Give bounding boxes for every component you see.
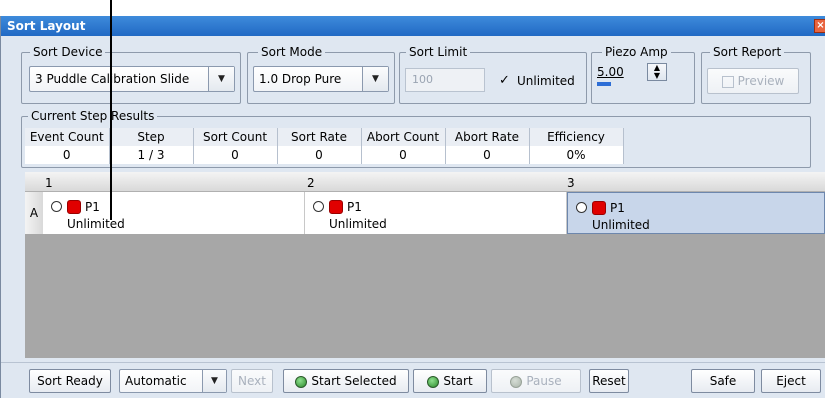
- results-header: Sort Count: [193, 128, 278, 146]
- results-value: 0: [445, 146, 530, 164]
- plate-cell-a1[interactable]: P1 Unlimited: [43, 192, 305, 234]
- results-value: 0%: [529, 146, 624, 164]
- mouse-cursor-line: [110, 0, 112, 220]
- preview-button[interactable]: Preview: [707, 68, 799, 94]
- limit-label: Unlimited: [67, 217, 125, 231]
- start-selected-label: Start Selected: [311, 374, 397, 388]
- limit-label: Unlimited: [592, 218, 650, 232]
- sort-limit-legend: Sort Limit: [406, 45, 471, 59]
- radio-button[interactable]: [576, 202, 587, 213]
- piezo-amp-legend: Piezo Amp: [602, 45, 671, 59]
- start-label: Start: [443, 374, 473, 388]
- automatic-value: Automatic: [125, 374, 187, 388]
- pause-label: Pause: [526, 374, 562, 388]
- eject-button[interactable]: Eject: [761, 369, 821, 393]
- row-label: A: [25, 192, 43, 234]
- sort-mode-select[interactable]: 1.0 Drop Pure ▼: [253, 66, 389, 92]
- current-step-results-legend: Current Step Results: [28, 109, 158, 123]
- green-led-icon: [295, 375, 308, 388]
- population-label: P1: [347, 200, 362, 214]
- results-value: 1 / 3: [109, 146, 194, 164]
- sort-indicator-icon: [67, 200, 81, 214]
- results-header: Efficiency: [529, 128, 624, 146]
- piezo-amp-input[interactable]: 5.00: [595, 63, 645, 81]
- piezo-amp-value: 5.00: [597, 65, 624, 79]
- piezo-amp-level-bar: [597, 82, 611, 86]
- plate-cell-a3[interactable]: P1 Unlimited: [567, 192, 825, 234]
- radio-button[interactable]: [51, 201, 62, 212]
- sort-device-legend: Sort Device: [30, 45, 106, 59]
- unlimited-checkbox[interactable]: ✓: [498, 74, 511, 87]
- next-button[interactable]: Next: [231, 369, 273, 393]
- window-title: Sort Layout: [7, 19, 86, 33]
- pause-button[interactable]: Pause: [491, 369, 581, 393]
- column-label: 2: [307, 176, 315, 190]
- sort-mode-legend: Sort Mode: [258, 45, 326, 59]
- results-header: Sort Rate: [277, 128, 362, 146]
- start-selected-button[interactable]: Start Selected: [283, 369, 409, 393]
- column-label: 3: [567, 176, 575, 190]
- sort-indicator-icon: [329, 200, 343, 214]
- population-label: P1: [85, 200, 100, 214]
- results-header: Event Count: [25, 128, 110, 146]
- plate-cell-a2[interactable]: P1 Unlimited: [305, 192, 567, 234]
- chevron-down-icon[interactable]: ▼: [202, 370, 226, 392]
- unlimited-label: Unlimited: [517, 74, 575, 88]
- results-header-row: Event Count Step Sort Count Sort Rate Ab…: [25, 128, 624, 146]
- results-table: Event Count Step Sort Count Sort Rate Ab…: [25, 128, 624, 164]
- preview-label: Preview: [737, 74, 785, 88]
- results-value: 0: [361, 146, 446, 164]
- sort-mode-value: 1.0 Drop Pure: [259, 72, 342, 86]
- sort-indicator-icon: [592, 201, 606, 215]
- population-label: P1: [610, 201, 625, 215]
- piezo-amp-spinner[interactable]: ▲ ▼: [647, 63, 667, 81]
- sort-mode-dropdown[interactable]: Automatic ▼: [119, 369, 227, 393]
- results-header: Abort Rate: [445, 128, 530, 146]
- radio-button[interactable]: [313, 201, 324, 212]
- column-label: 1: [45, 176, 53, 190]
- results-value: 0: [277, 146, 362, 164]
- chevron-down-icon[interactable]: ▼: [208, 67, 234, 91]
- plate-column-header: 1 2 3: [25, 172, 825, 192]
- results-value: 0: [25, 146, 110, 164]
- safe-button[interactable]: Safe: [691, 369, 755, 393]
- results-value: 0: [193, 146, 278, 164]
- results-header: Step: [109, 128, 194, 146]
- title-bar: Sort Layout ×: [1, 16, 825, 36]
- green-led-icon: [427, 375, 440, 388]
- close-icon[interactable]: ×: [814, 19, 825, 33]
- results-value-row: 0 1 / 3 0 0 0 0 0%: [25, 146, 624, 164]
- sort-device-value: 3 Puddle Calibration Slide: [35, 72, 190, 86]
- limit-label: Unlimited: [329, 217, 387, 231]
- results-header: Abort Count: [361, 128, 446, 146]
- preview-icon: [721, 75, 734, 88]
- start-button[interactable]: Start: [413, 369, 487, 393]
- sort-report-legend: Sort Report: [710, 45, 785, 59]
- sort-ready-button[interactable]: Sort Ready: [29, 369, 111, 393]
- sort-device-select[interactable]: 3 Puddle Calibration Slide ▼: [29, 66, 235, 92]
- sort-layout-window: Sort Layout × Sort Device 3 Puddle Calib…: [0, 16, 825, 398]
- chevron-down-icon[interactable]: ▼: [362, 67, 388, 91]
- reset-button[interactable]: Reset: [589, 369, 629, 393]
- bottom-toolbar: Sort Ready Automatic ▼ Next Start Select…: [1, 362, 825, 398]
- plate-layout: 1 2 3 A P1 Unlimited P1 Unlimited P1 Unl…: [25, 172, 825, 358]
- sort-limit-input[interactable]: 100: [405, 68, 485, 92]
- gray-led-icon: [510, 375, 523, 388]
